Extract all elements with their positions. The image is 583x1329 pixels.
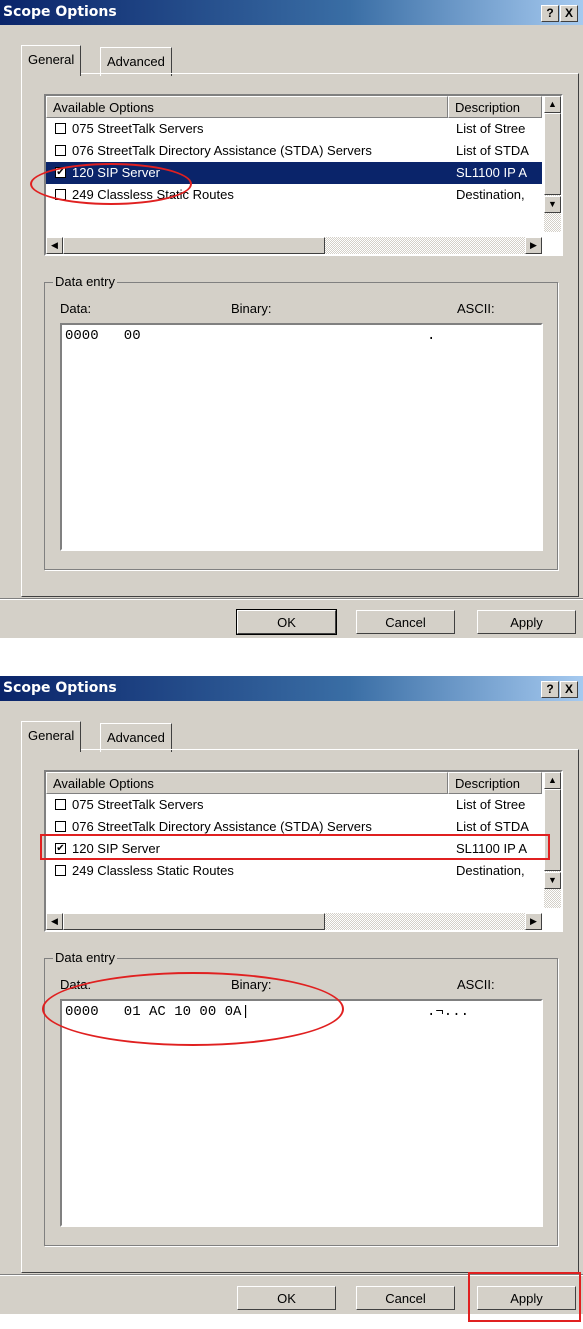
list-item[interactable]: 249 Classless Static Routes Destination, [46,860,542,882]
vertical-scrollbar[interactable]: ▲ ▼ [544,96,561,232]
scroll-up-icon[interactable]: ▲ [544,96,561,113]
title-bar: Scope Options ? X [0,676,583,701]
option-description: List of STDA [456,143,529,158]
list-item[interactable]: 075 StreetTalk Servers List of Stree [46,118,542,140]
scope-options-dialog-1: Scope Options ? X General Advanced Avail… [0,0,583,638]
option-description: Destination, [456,187,525,202]
option-name: 249 Classless Static Routes [72,863,234,878]
ok-button[interactable]: OK [237,1286,336,1310]
cancel-button[interactable]: Cancel [356,1286,455,1310]
close-icon[interactable]: X [560,681,578,698]
scroll-up-icon[interactable]: ▲ [544,772,561,789]
scroll-down-icon[interactable]: ▼ [544,196,561,213]
help-icon[interactable]: ? [541,681,559,698]
ascii-data: . [427,328,436,344]
option-description: Destination, [456,863,525,878]
apply-button[interactable]: Apply [477,610,576,634]
data-entry-group: Data entry Data: Binary: ASCII: 0000 00 … [44,274,558,570]
option-name: 076 StreetTalk Directory Assistance (STD… [72,143,372,158]
help-icon[interactable]: ? [541,5,559,22]
column-header-available-options[interactable]: Available Options [46,772,448,794]
annotation-ellipse [30,163,192,205]
tab-general[interactable]: General [21,721,82,752]
dialog-title: Scope Options [3,4,117,20]
group-label: Data entry [53,274,117,289]
cancel-button[interactable]: Cancel [356,610,455,634]
data-entry-field[interactable]: 0000 00 . [60,323,543,551]
title-bar: Scope Options ? X [0,0,583,25]
ok-button[interactable]: OK [236,609,337,635]
checkbox[interactable] [55,145,66,156]
scroll-thumb[interactable] [63,913,325,930]
tab-advanced[interactable]: Advanced [100,47,172,76]
scroll-left-icon[interactable]: ◀ [46,913,63,930]
binary-label: Binary: [231,301,272,316]
ascii-label: ASCII: [457,977,495,992]
group-label: Data entry [53,950,117,965]
scroll-thumb[interactable] [544,113,561,195]
horizontal-scrollbar[interactable]: ◀ ▶ [46,913,542,930]
tab-general[interactable]: General [21,45,82,76]
list-item[interactable]: 075 StreetTalk Servers List of Stree [46,794,542,816]
column-header-description[interactable]: Description [448,96,542,118]
hex-data: 0000 00 [65,328,141,344]
horizontal-scrollbar[interactable]: ◀ ▶ [46,237,542,254]
close-icon[interactable]: X [560,5,578,22]
option-description: List of Stree [456,797,526,812]
scroll-right-icon[interactable]: ▶ [525,237,542,254]
annotation-rect-selected-row [40,834,550,860]
scroll-thumb[interactable] [63,237,325,254]
annotation-ellipse-data [42,972,344,1046]
scope-options-dialog-2: Scope Options ? X General Advanced Avail… [0,676,583,1322]
checkbox[interactable] [55,865,66,876]
column-header-description[interactable]: Description [448,772,542,794]
dialog-title: Scope Options [3,680,117,696]
annotation-rect-apply [468,1272,581,1322]
option-name: 075 StreetTalk Servers [72,797,204,812]
option-name: 075 StreetTalk Servers [72,121,204,136]
option-description: SL1100 IP A [456,165,528,180]
list-item[interactable]: 076 StreetTalk Directory Assistance (STD… [46,140,542,162]
separator [0,598,583,600]
data-label: Data: [60,301,92,316]
tab-advanced[interactable]: Advanced [100,723,172,752]
option-description: List of Stree [456,121,526,136]
scroll-left-icon[interactable]: ◀ [46,237,63,254]
ascii-label: ASCII: [457,301,495,316]
scroll-right-icon[interactable]: ▶ [525,913,542,930]
column-header-available-options[interactable]: Available Options [46,96,448,118]
checkbox[interactable] [55,821,66,832]
ascii-data: .¬... [427,1004,470,1020]
checkbox[interactable] [55,123,66,134]
scroll-down-icon[interactable]: ▼ [544,872,561,889]
checkbox[interactable] [55,799,66,810]
